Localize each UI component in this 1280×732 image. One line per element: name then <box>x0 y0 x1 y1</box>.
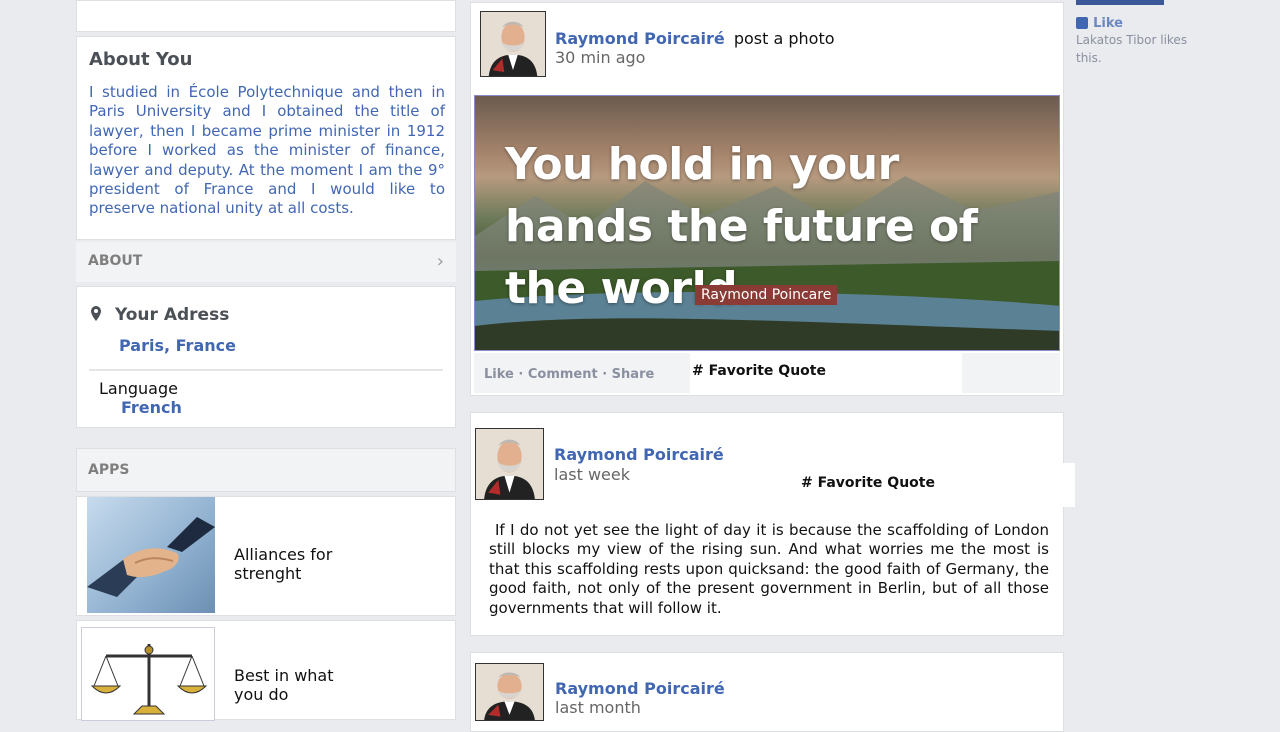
post-time[interactable]: last week <box>554 465 630 484</box>
post-action-bar: Like · Comment · Share # Favorite Quote <box>474 353 1060 393</box>
author-name[interactable]: Raymond Poircairé <box>554 445 724 464</box>
avatar[interactable] <box>475 663 544 721</box>
divider <box>89 369 443 371</box>
address-value[interactable]: Paris, France <box>119 336 236 355</box>
post-card: Raymond Poircairé post a photo 30 min ag… <box>470 2 1064 396</box>
post-card: Raymond Poircairé last month <box>470 652 1064 732</box>
about-title: About You <box>89 49 193 70</box>
like-link[interactable]: Like <box>1093 16 1123 31</box>
post-time[interactable]: last month <box>555 698 641 717</box>
app-item-alliances[interactable]: Alliances for strenght <box>76 496 456 616</box>
app-label: Best in what you do <box>234 666 334 704</box>
tag-box: # Favorite Quote <box>789 463 1075 507</box>
scales-icon <box>81 627 215 721</box>
avatar[interactable] <box>480 11 546 77</box>
post-image[interactable]: You hold in your hands the future of the… <box>474 95 1060 351</box>
about-text: I studied in École Polytechnique and the… <box>89 83 445 218</box>
address-label: Your Adress <box>115 305 230 325</box>
post-time[interactable]: 30 min ago <box>555 48 645 67</box>
like-comment-share-links[interactable]: Like · Comment · Share <box>484 367 654 382</box>
author-name[interactable]: Raymond Poircairé <box>555 679 725 698</box>
chevron-right-icon: › <box>436 251 444 272</box>
apps-label: APPS <box>88 462 130 478</box>
about-bar-label: ABOUT <box>88 253 143 269</box>
post-action: post a photo <box>733 29 835 48</box>
about-bar[interactable]: ABOUT › <box>76 242 456 282</box>
left-top-strip <box>76 0 456 32</box>
thumbs-up-icon <box>1076 16 1088 29</box>
location-pin-icon <box>89 305 103 327</box>
favorite-quote-tag[interactable]: # Favorite Quote <box>692 363 826 379</box>
post-text: If I do not yet see the light of day it … <box>489 521 1049 617</box>
right-top-bar <box>1076 0 1164 5</box>
apps-bar: APPS <box>76 448 456 492</box>
app-label: Alliances for strenght <box>234 545 333 583</box>
avatar[interactable] <box>475 428 544 500</box>
like-widget: Like Lakatos Tibor likes this. <box>1076 12 1196 67</box>
favorite-quote-tag[interactable]: # Favorite Quote <box>801 475 935 491</box>
address-card: Your Adress Paris, France Language Frenc… <box>76 286 456 428</box>
app-item-best[interactable]: Best in what you do <box>76 620 456 721</box>
language-value[interactable]: French <box>121 398 182 417</box>
tag-box: # Favorite Quote <box>690 353 962 393</box>
like-text: Lakatos Tibor likes this. <box>1076 33 1188 65</box>
image-caption: Raymond Poincare <box>695 285 838 305</box>
language-label: Language <box>99 379 178 398</box>
handshake-icon <box>87 497 215 613</box>
author-name[interactable]: Raymond Poircairé <box>555 29 725 48</box>
about-card: About You I studied in École Polytechniq… <box>76 36 456 240</box>
post-header: Raymond Poircairé post a photo <box>555 29 835 48</box>
post-card: Raymond Poircairé last week # Favorite Q… <box>470 412 1075 636</box>
